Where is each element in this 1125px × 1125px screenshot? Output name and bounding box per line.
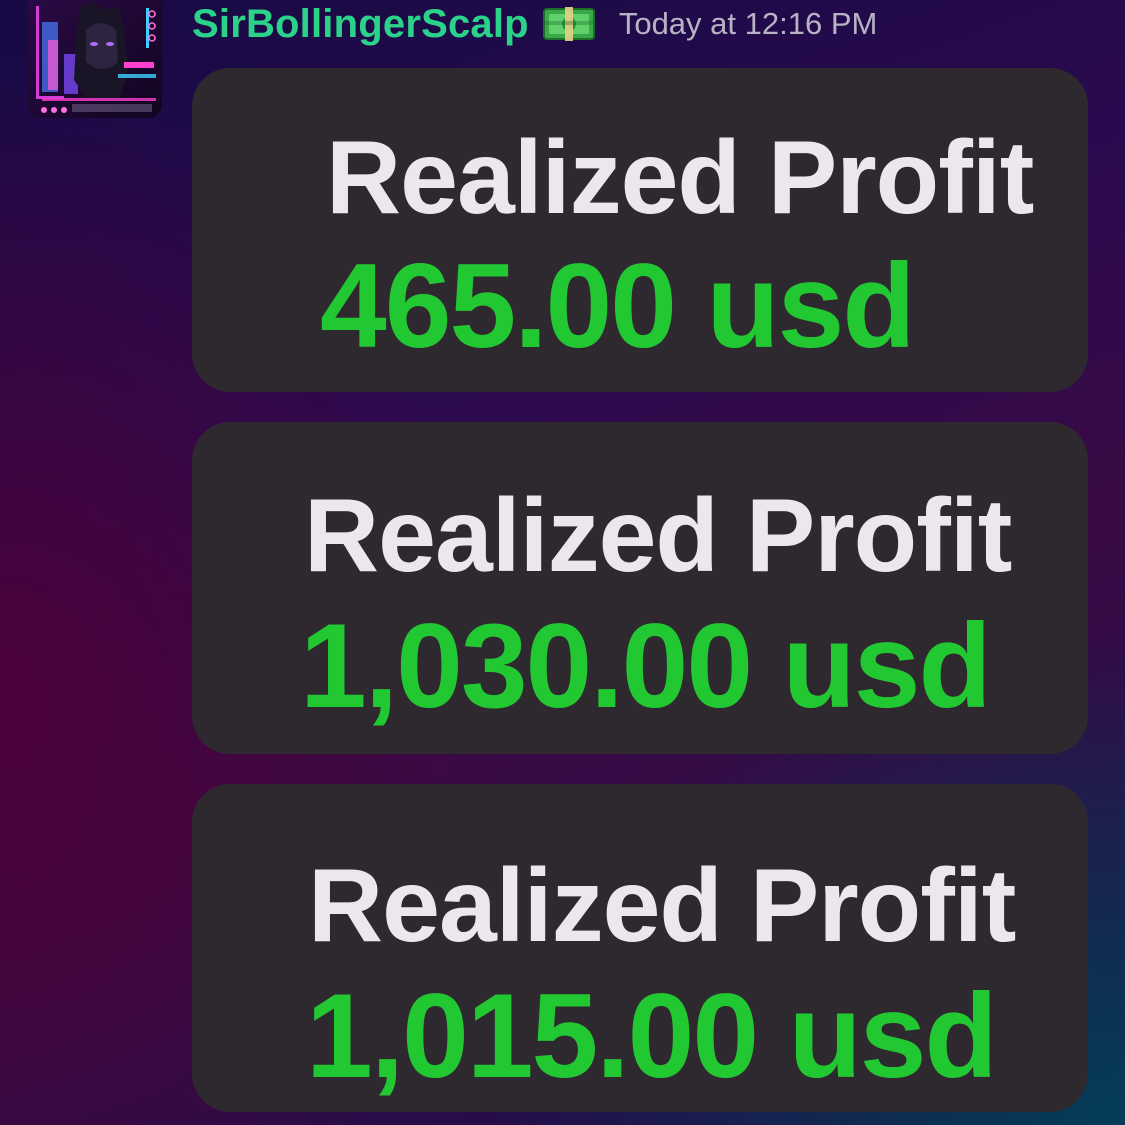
profit-card-label: Realized Profit <box>304 478 1012 594</box>
avatar-artwork <box>28 0 162 118</box>
author-username[interactable]: SirBollingerScalp <box>192 2 529 47</box>
message-timestamp[interactable]: Today at 12:16 PM <box>619 6 878 42</box>
profit-card-value: 1,015.00 usd <box>306 969 998 1103</box>
user-avatar[interactable] <box>28 0 162 118</box>
profit-card[interactable]: Realized Profit 1,030.00 usd <box>192 422 1088 754</box>
profit-card-value: 1,030.00 usd <box>300 599 992 733</box>
money-banknote-icon <box>542 7 595 41</box>
profit-card-label: Realized Profit <box>326 120 1034 236</box>
message-header: SirBollingerScalp Today at 12:16 PM <box>192 0 877 48</box>
profit-card-value: 465.00 usd <box>320 239 916 373</box>
profit-card[interactable]: Realized Profit 1,015.00 usd <box>192 784 1088 1112</box>
profit-card[interactable]: Realized Profit 465.00 usd <box>192 68 1088 392</box>
profit-card-label: Realized Profit <box>308 848 1016 964</box>
